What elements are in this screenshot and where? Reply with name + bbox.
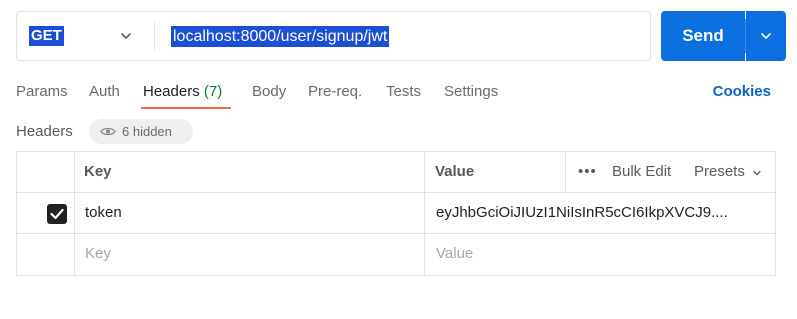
new-value-field[interactable]: Value [436, 234, 473, 274]
tab-params[interactable]: Params [16, 82, 68, 102]
more-options-button[interactable]: ••• [578, 163, 597, 180]
send-button[interactable]: Send [661, 11, 745, 61]
header-key-field[interactable]: token [85, 193, 122, 233]
chevron-down-icon[interactable] [119, 29, 133, 43]
chevron-down-icon[interactable] [752, 168, 762, 178]
active-tab-indicator [141, 107, 231, 109]
table-row: token eyJhbGciOiJIUzI1NiIsInR5cCI6IkpXVC… [17, 193, 775, 234]
row-enabled-checkbox[interactable] [47, 204, 67, 224]
column-header-key: Key [84, 163, 112, 180]
tab-auth[interactable]: Auth [89, 82, 120, 102]
request-url-bar: GET localhost:8000/user/signup/jwt [16, 11, 651, 61]
presets-dropdown[interactable]: Presets [694, 152, 745, 192]
section-title: Headers [16, 123, 73, 140]
tab-pre-request[interactable]: Pre-req. [308, 82, 362, 102]
tab-settings[interactable]: Settings [444, 82, 498, 102]
tab-body[interactable]: Body [252, 82, 286, 102]
cookies-link[interactable]: Cookies [713, 82, 771, 102]
method-select[interactable]: GET [29, 26, 64, 46]
chevron-down-icon [761, 33, 771, 39]
column-divider [565, 152, 566, 192]
header-value-field[interactable]: eyJhbGciOiJIUzI1NiIsInR5cCI6IkpXVCJ9.... [436, 193, 766, 233]
divider [745, 19, 746, 53]
tab-headers-count: (7) [203, 83, 223, 100]
bulk-edit-button[interactable]: Bulk Edit [612, 152, 671, 192]
new-key-field[interactable]: Key [85, 234, 111, 274]
column-header-value: Value [435, 163, 475, 180]
tab-tests[interactable]: Tests [386, 82, 421, 102]
table-header-row: Key Value ••• Bulk Edit Presets [17, 152, 775, 193]
headers-table: Key Value ••• Bulk Edit Presets token ey… [16, 151, 776, 276]
eye-icon [100, 127, 116, 136]
check-icon [50, 208, 64, 220]
url-input[interactable]: localhost:8000/user/signup/jwt [171, 26, 390, 47]
tab-headers-label: Headers [143, 83, 200, 100]
hidden-count-label: 6 hidden [122, 124, 172, 139]
table-row: Key Value [17, 234, 775, 275]
hidden-headers-toggle[interactable]: 6 hidden [89, 119, 193, 144]
tab-headers[interactable]: Headers (7) [143, 82, 222, 102]
send-options-button[interactable] [746, 11, 786, 61]
divider [154, 22, 155, 50]
